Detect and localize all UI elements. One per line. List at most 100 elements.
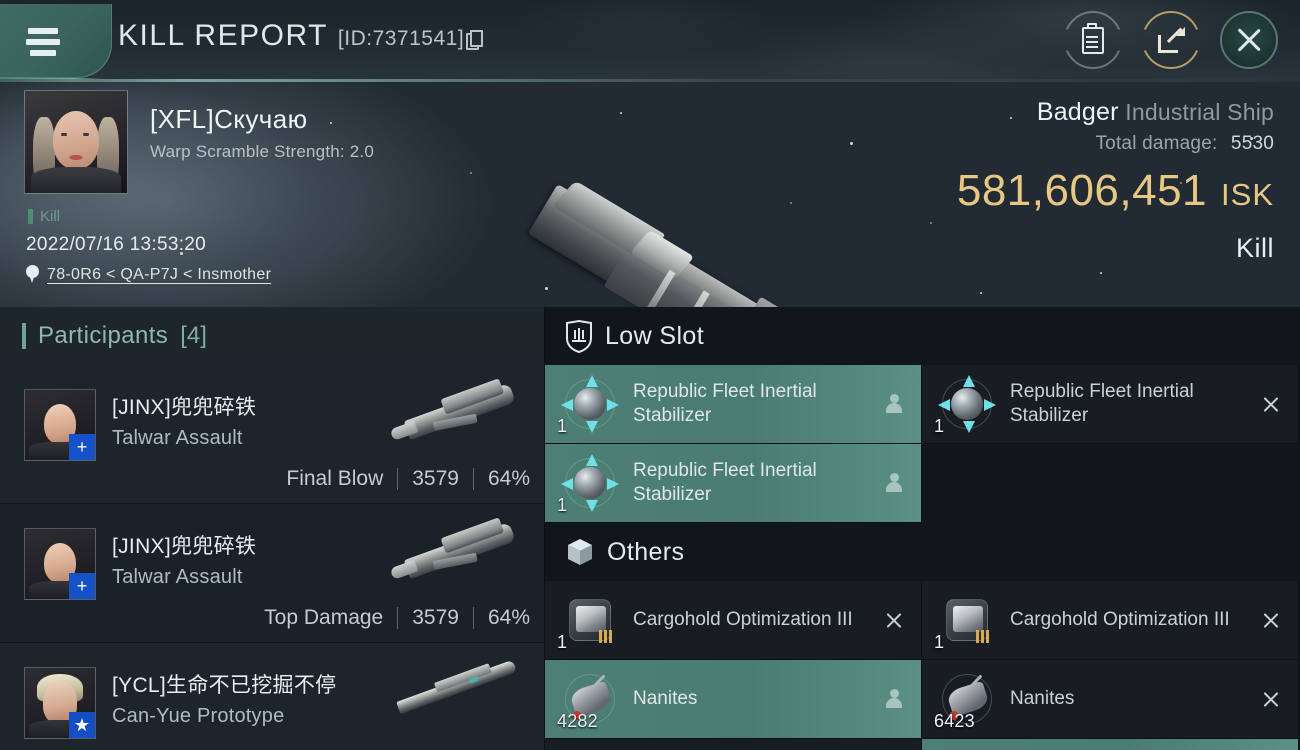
- participant-row[interactable]: ★ [YCL]生命不已挖掘不停 Can-Yue Prototype: [0, 643, 544, 750]
- isk-unit: ISK: [1221, 177, 1274, 212]
- module-action[interactable]: [1244, 690, 1298, 709]
- status-bar: [28, 209, 33, 224]
- participant-ship: Talwar Assault: [112, 427, 243, 449]
- participant-damage: 3579: [412, 606, 459, 629]
- nanites-icon: 6423: [934, 668, 998, 731]
- close-icon: [1262, 690, 1281, 709]
- module-item-partial[interactable]: [545, 739, 922, 750]
- close-button[interactable]: [1220, 11, 1278, 69]
- module-action[interactable]: [867, 611, 921, 630]
- module-item[interactable]: 1 Cargohold Optimization III: [545, 581, 922, 660]
- close-icon: [885, 611, 904, 630]
- module-qty: 1: [557, 632, 568, 652]
- shield-slot-icon: [565, 319, 593, 353]
- module-action[interactable]: [867, 473, 921, 493]
- module-item[interactable]: 6423 Nanites: [922, 660, 1299, 739]
- low-slot-grid: 1 Republic Fleet Inertial Stabilizer 1 R…: [545, 365, 1300, 523]
- participant-name: [YCL]生命不已挖掘不停: [112, 674, 337, 697]
- person-icon: [886, 394, 902, 414]
- module-name: Republic Fleet Inertial Stabilizer: [1010, 380, 1194, 426]
- title-group: KILL REPORT [ID:7371541]: [118, 19, 484, 53]
- location-link[interactable]: 78-0R6 < QA-P7J < Insmother: [26, 265, 271, 284]
- module-item-partial[interactable]: [922, 739, 1299, 750]
- module-item[interactable]: 1 Cargohold Optimization III: [922, 581, 1299, 660]
- module-action[interactable]: [1244, 611, 1298, 630]
- module-name: Cargohold Optimization III: [633, 608, 853, 630]
- victim-name: [XFL]Скучаю: [150, 104, 308, 134]
- participant-ship: Talwar Assault: [112, 566, 243, 588]
- cargohold-optimization-icon: 1: [934, 589, 998, 652]
- kill-report-window: KILL REPORT [ID:7371541] [XFL]Скучаю War…: [0, 0, 1300, 750]
- clipboard-button[interactable]: [1064, 11, 1122, 69]
- participants-panel: Participants [4] + [JINX]兜兜碎铁 Talwar Ass…: [0, 307, 545, 750]
- result-word: Kill: [1235, 233, 1274, 263]
- module-qty: 1: [934, 632, 945, 652]
- content-area: Participants [4] + [JINX]兜兜碎铁 Talwar Ass…: [0, 307, 1300, 750]
- module-action[interactable]: [1244, 395, 1298, 414]
- module-qty: 4282: [557, 711, 598, 731]
- titlebar-actions: [1064, 11, 1278, 69]
- participant-ship-thumbnail: [377, 643, 536, 750]
- participants-title: Participants: [38, 322, 169, 349]
- participant-percent: 64%: [487, 606, 530, 629]
- isk-value: 581,606,451: [956, 166, 1208, 215]
- total-damage: Total damage: 5530: [957, 133, 1274, 155]
- participant-ship-thumbnail: [377, 504, 536, 614]
- cargohold-optimization-icon: 1: [557, 589, 621, 652]
- avatar[interactable]: ★: [24, 667, 96, 739]
- module-qty: 1: [557, 416, 568, 436]
- copy-icon[interactable]: [466, 30, 484, 50]
- corp-badge-icon: +: [69, 573, 95, 599]
- cube-icon: [565, 537, 595, 567]
- inertial-stabilizer-icon: 1: [557, 373, 621, 436]
- avatar[interactable]: +: [24, 389, 96, 461]
- participants-header: Participants [4]: [0, 307, 544, 365]
- low-slot-header: Low Slot: [545, 307, 1300, 365]
- fitting-panel: Low Slot 1 Republic Fleet Inertial Stabi…: [545, 307, 1300, 750]
- module-name: Cargohold Optimization III: [1010, 608, 1230, 630]
- ship-line: Badger Industrial Ship: [957, 98, 1274, 127]
- others-grid: 1 Cargohold Optimization III 1 Cargohold…: [545, 581, 1300, 750]
- menu-button[interactable]: [0, 4, 112, 82]
- title-bar: KILL REPORT [ID:7371541]: [0, 0, 1300, 82]
- module-item[interactable]: 4282 Nanites: [545, 660, 922, 739]
- victim-avatar[interactable]: [24, 90, 128, 194]
- kill-status-text: Kill: [40, 208, 61, 225]
- module-action[interactable]: [867, 689, 921, 709]
- module-name: Nanites: [633, 687, 698, 709]
- report-id: [ID:7371541]: [337, 27, 484, 51]
- isk-row: 581,606,451 ISK: [957, 169, 1274, 213]
- close-icon: [1262, 395, 1281, 414]
- module-name: Republic Fleet Inertial Stabilizer: [633, 459, 817, 505]
- module-item[interactable]: 1 Republic Fleet Inertial Stabilizer: [922, 365, 1299, 444]
- inertial-stabilizer-icon: 1: [557, 452, 621, 515]
- others-header: Others: [545, 523, 1300, 581]
- module-qty: 6423: [934, 711, 975, 731]
- participant-row[interactable]: + [JINX]兜兜碎铁 Talwar Assault Top Damage 3…: [0, 504, 544, 643]
- share-button[interactable]: [1142, 11, 1200, 69]
- person-icon: [886, 473, 902, 493]
- share-external-icon: [1158, 27, 1184, 53]
- hamburger-icon: [26, 28, 66, 56]
- module-item[interactable]: 1 Republic Fleet Inertial Stabilizer: [545, 444, 922, 523]
- participant-damage: 3579: [412, 467, 459, 490]
- participant-tag: Final Blow: [286, 467, 384, 490]
- others-title: Others: [607, 537, 685, 566]
- participants-count: [4]: [180, 322, 207, 349]
- close-icon: [1262, 611, 1281, 630]
- victim-hero-panel: [XFL]Скучаю Warp Scramble Strength: 2.0 …: [0, 82, 1300, 307]
- participant-stats: Top Damage 3579 64%: [264, 606, 530, 630]
- avatar[interactable]: +: [24, 528, 96, 600]
- participant-row[interactable]: + [JINX]兜兜碎铁 Talwar Assault Final Blow 3…: [0, 365, 544, 504]
- page-title: KILL REPORT: [118, 19, 328, 52]
- module-action[interactable]: [867, 394, 921, 414]
- location-text: 78-0R6 < QA-P7J < Insmother: [47, 265, 272, 283]
- kill-status-badge: Kill: [28, 208, 60, 225]
- report-id-text: [ID:7371541]: [337, 27, 465, 50]
- module-name: Republic Fleet Inertial Stabilizer: [633, 380, 817, 426]
- module-item[interactable]: 1 Republic Fleet Inertial Stabilizer: [545, 365, 922, 444]
- participant-name: [JINX]兜兜碎铁: [112, 535, 257, 558]
- module-slot-empty: [922, 444, 1299, 523]
- nanites-icon: 4282: [557, 668, 621, 731]
- total-damage-label: Total damage:: [1095, 133, 1218, 154]
